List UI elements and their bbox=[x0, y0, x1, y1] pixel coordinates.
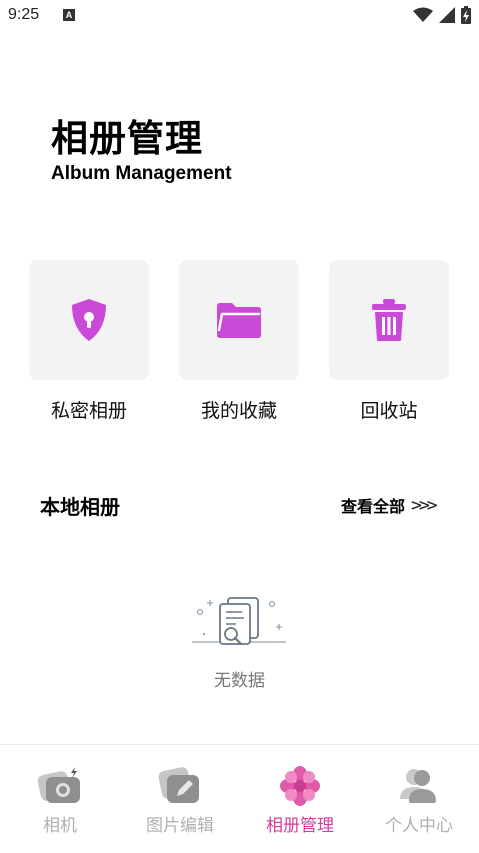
folder-icon bbox=[217, 303, 261, 338]
view-all-label: 查看全部 bbox=[341, 497, 406, 516]
private-album-label: 私密相册 bbox=[50, 400, 127, 422]
recycle-bin-label: 回收站 bbox=[360, 400, 418, 422]
status-icons bbox=[413, 6, 471, 24]
shield-lock-icon bbox=[72, 299, 106, 341]
empty-state-text: 无数据 bbox=[214, 671, 265, 691]
recycle-bin-card[interactable] bbox=[329, 260, 449, 380]
favorites-card[interactable] bbox=[179, 260, 299, 380]
notification-icon: A bbox=[63, 9, 75, 21]
section-title: 本地相册 bbox=[40, 495, 120, 519]
album-flower-icon bbox=[276, 765, 324, 807]
edit-photo-icon bbox=[156, 765, 204, 807]
status-time: 9:25 bbox=[8, 6, 40, 23]
camera-icon bbox=[36, 765, 84, 807]
user-icon bbox=[395, 765, 443, 807]
trash-icon bbox=[372, 299, 406, 341]
empty-document-icon bbox=[192, 597, 286, 646]
tab-photo-edit[interactable]: 图片编辑 bbox=[120, 765, 240, 836]
favorites-label: 我的收藏 bbox=[200, 400, 277, 422]
bottom-tab-bar: 相机 图片编辑 相册管理 个人中心 bbox=[0, 744, 479, 853]
page-title: 相册管理 bbox=[51, 117, 203, 160]
triple-chevron-right-icon: >>> bbox=[411, 494, 437, 516]
tab-photo-edit-label: 图片编辑 bbox=[146, 816, 214, 836]
view-all-button[interactable]: 查看全部 >>> bbox=[341, 493, 437, 517]
private-album-card[interactable] bbox=[29, 260, 149, 380]
battery-charging-icon bbox=[461, 6, 471, 24]
page-subtitle: Album Management bbox=[51, 163, 232, 184]
tab-profile[interactable]: 个人中心 bbox=[359, 765, 479, 836]
tab-profile-label: 个人中心 bbox=[385, 816, 453, 836]
cell-signal-icon bbox=[439, 7, 455, 23]
wifi-icon bbox=[413, 7, 433, 22]
tab-camera-label: 相机 bbox=[43, 816, 77, 836]
tab-album-manage-label: 相册管理 bbox=[266, 816, 334, 836]
tab-camera[interactable]: 相机 bbox=[0, 765, 120, 836]
tab-album-manage[interactable]: 相册管理 bbox=[240, 765, 360, 836]
status-bar: 9:25 A bbox=[0, 0, 479, 32]
